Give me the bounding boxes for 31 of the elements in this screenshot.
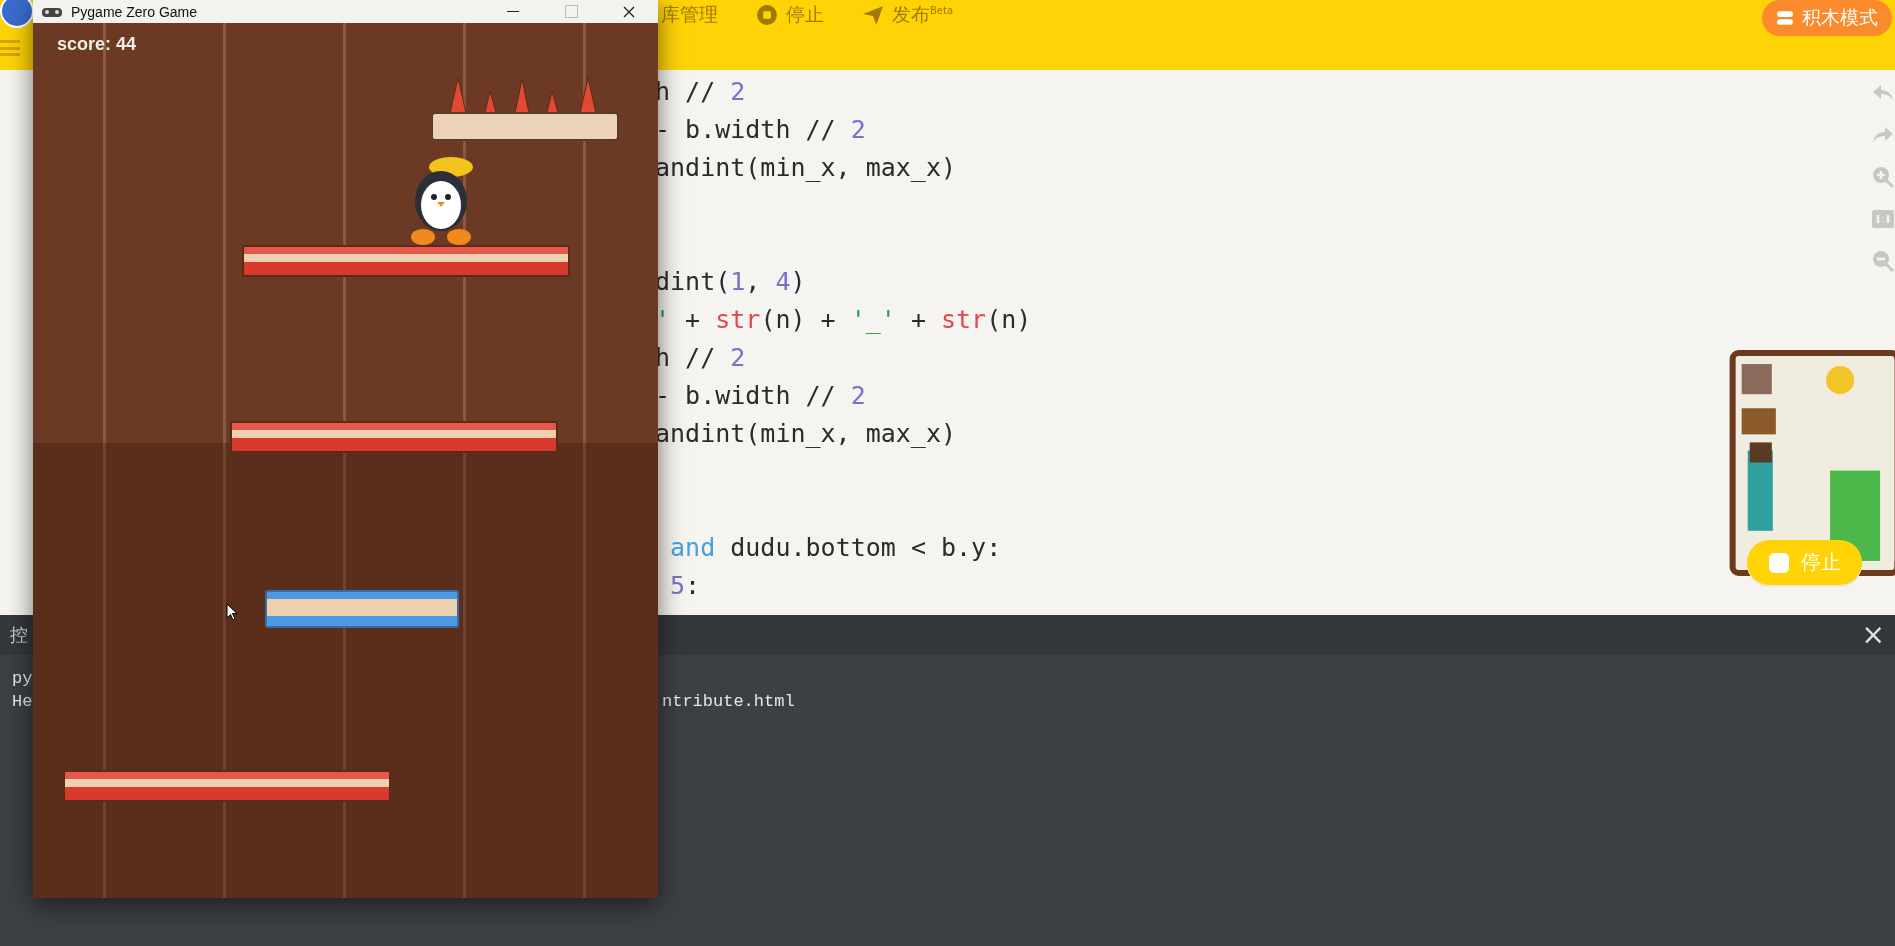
code-line: andint(min_x, max_x) — [655, 152, 957, 184]
code-line: andint(min_x, max_x) — [655, 418, 957, 450]
zoom-in-icon[interactable] — [1871, 165, 1895, 189]
code-line: dint(1, 4) — [655, 266, 806, 298]
mouse-cursor-icon — [226, 603, 238, 621]
blocks-icon — [1776, 10, 1794, 26]
gamepad-icon — [41, 5, 63, 18]
toolbar-item[interactable]: 发布$^{Beta}$ — [862, 2, 954, 28]
close-icon[interactable]: × — [1861, 621, 1885, 649]
stop-button[interactable]: 停止 — [1747, 540, 1862, 585]
code-line: and dudu.bottom < b.y: — [669, 532, 1002, 564]
console-text: py — [12, 668, 33, 690]
code-line: - b.width // 2 — [655, 114, 866, 146]
actual-size-icon[interactable] — [1871, 207, 1895, 231]
code-line: ' + str(n) + '_' + str(n) — [655, 304, 1032, 336]
toolbar-item[interactable]: 停止 — [756, 2, 824, 28]
toolbar-item[interactable]: 库管理 — [661, 2, 718, 28]
menu-icon[interactable] — [0, 40, 20, 56]
console-text: He — [12, 691, 33, 713]
code-line: 5: — [669, 570, 701, 602]
window-title: Pygame Zero Game — [71, 3, 199, 20]
code-line: - b.width // 2 — [655, 380, 866, 412]
console-text: ntribute.html — [662, 691, 795, 713]
logo-icon — [0, 0, 34, 28]
send-icon — [862, 4, 884, 26]
console-title: 控 — [10, 623, 28, 647]
mode-button[interactable]: 积木模式 — [1762, 0, 1892, 36]
zoom-out-icon[interactable] — [1871, 249, 1895, 273]
stop-icon — [1768, 552, 1789, 573]
score-text: score: 44 — [57, 34, 137, 55]
stop-icon — [756, 4, 778, 26]
